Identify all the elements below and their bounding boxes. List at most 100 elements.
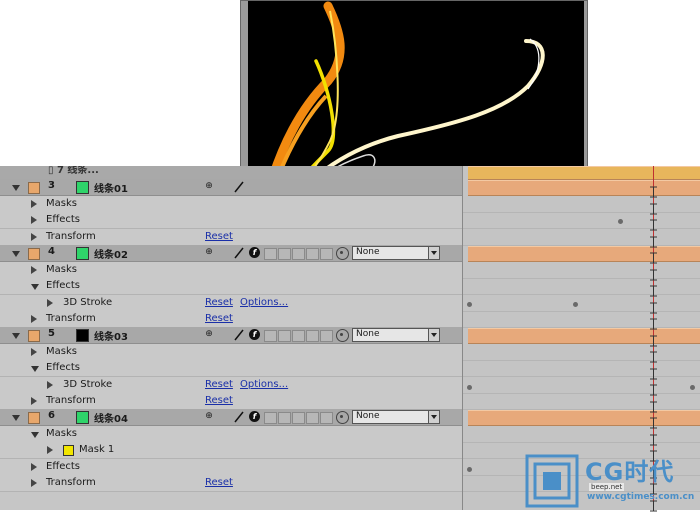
property-row[interactable]: Masks <box>0 195 462 213</box>
layer-row[interactable]: 6 线条04 ⊕ f None <box>0 409 462 426</box>
switch-box[interactable] <box>320 412 333 424</box>
options-link[interactable]: Options... <box>240 297 288 308</box>
property-row[interactable]: Transform Reset <box>0 228 462 246</box>
reset-link[interactable]: Reset <box>205 231 233 242</box>
property-row[interactable]: 3D Stroke Reset Options... <box>0 376 462 394</box>
layer-duration-bar[interactable] <box>468 328 700 344</box>
quality-switch-icon[interactable] <box>234 247 244 259</box>
reset-link[interactable]: Reset <box>205 313 233 324</box>
property-row[interactable]: 3D Stroke Reset Options... <box>0 294 462 312</box>
parent-dropdown[interactable]: None <box>352 328 440 342</box>
layer-name[interactable]: 线条04 <box>94 410 128 425</box>
switch-box[interactable] <box>278 330 291 342</box>
keyframe-marker[interactable] <box>467 302 472 307</box>
parent-dropdown[interactable]: None <box>352 410 440 424</box>
twirl-right-icon[interactable] <box>47 446 53 454</box>
label-color-swatch[interactable] <box>28 412 40 424</box>
property-row[interactable]: Masks <box>0 343 462 361</box>
twirl-right-icon[interactable] <box>31 315 37 323</box>
property-row[interactable]: Transform Reset <box>0 393 462 410</box>
twirl-right-icon[interactable] <box>47 380 53 389</box>
layer-name[interactable]: 线条03 <box>94 328 128 343</box>
label-color-swatch[interactable] <box>28 182 40 194</box>
twirl-right-icon[interactable] <box>31 199 37 208</box>
twirl-right-icon[interactable] <box>31 479 37 487</box>
twirl-right-icon[interactable] <box>47 298 53 307</box>
keyframe-marker[interactable] <box>467 467 472 472</box>
twirl-down-icon[interactable] <box>31 366 39 372</box>
effects-switch-icon[interactable]: f <box>249 411 260 422</box>
twirl-right-icon[interactable] <box>31 462 37 471</box>
property-row[interactable]: Effects <box>0 212 462 229</box>
twirl-right-icon[interactable] <box>31 347 37 356</box>
quality-switch-icon[interactable] <box>234 411 244 423</box>
options-link[interactable]: Options... <box>240 379 288 390</box>
switch-box[interactable] <box>306 330 319 342</box>
keyframe-marker[interactable] <box>690 385 695 390</box>
switch-box[interactable] <box>278 412 291 424</box>
keyframe-marker[interactable] <box>467 385 472 390</box>
shy-switch-icon[interactable]: ⊕ <box>204 182 214 191</box>
twirl-right-icon[interactable] <box>31 216 37 224</box>
keyframe-marker[interactable] <box>573 302 578 307</box>
shy-switch-icon[interactable]: ⊕ <box>204 412 214 421</box>
twirl-down-icon[interactable] <box>12 415 20 421</box>
dropdown-arrow-icon[interactable] <box>428 411 439 423</box>
layer-row[interactable]: 5 线条03 ⊕ f None <box>0 327 462 344</box>
twirl-right-icon[interactable] <box>31 265 37 274</box>
label-color-swatch[interactable] <box>28 330 40 342</box>
layer-row[interactable]: 3 线条01 ⊕ <box>0 179 462 196</box>
property-row[interactable]: Effects <box>0 458 462 476</box>
property-row[interactable]: Mask 1 <box>0 442 462 459</box>
property-row[interactable]: Transform Reset <box>0 475 462 492</box>
reset-link[interactable]: Reset <box>205 395 233 406</box>
property-row[interactable]: Effects <box>0 360 462 377</box>
mask-color-swatch[interactable] <box>63 445 74 456</box>
switch-box[interactable] <box>264 248 277 260</box>
layer-duration-bar[interactable] <box>468 410 700 426</box>
layer-name[interactable]: 线条01 <box>94 180 128 195</box>
effects-switch-icon[interactable]: f <box>249 247 260 258</box>
quality-switch-icon[interactable] <box>234 329 244 341</box>
label-color-swatch[interactable] <box>28 248 40 260</box>
layer-duration-bar[interactable] <box>468 180 700 196</box>
parent-dropdown[interactable]: None <box>352 246 440 260</box>
switch-box[interactable] <box>306 248 319 260</box>
property-row[interactable]: Masks <box>0 261 462 279</box>
shy-switch-icon[interactable]: ⊕ <box>204 330 214 339</box>
effects-switch-icon[interactable]: f <box>249 329 260 340</box>
layer-row[interactable]: 4 线条02 ⊕ f None <box>0 245 462 262</box>
parent-pickwhip-icon[interactable] <box>336 411 349 424</box>
switch-box[interactable] <box>278 248 291 260</box>
switch-box[interactable] <box>292 330 305 342</box>
quality-switch-icon[interactable] <box>234 181 244 193</box>
twirl-down-icon[interactable] <box>31 431 39 438</box>
twirl-right-icon[interactable] <box>31 232 37 241</box>
twirl-right-icon[interactable] <box>31 397 37 405</box>
reset-link[interactable]: Reset <box>205 379 233 390</box>
shy-switch-icon[interactable]: ⊕ <box>204 248 214 257</box>
dropdown-arrow-icon[interactable] <box>428 329 439 341</box>
switch-box[interactable] <box>264 330 277 342</box>
layer-duration-bar[interactable] <box>468 246 700 262</box>
twirl-down-icon[interactable] <box>31 284 39 290</box>
property-row[interactable]: Transform Reset <box>0 311 462 328</box>
parent-pickwhip-icon[interactable] <box>336 247 349 260</box>
reset-link[interactable]: Reset <box>205 297 233 308</box>
property-row[interactable]: Effects <box>0 278 462 295</box>
switch-box[interactable] <box>264 412 277 424</box>
twirl-down-icon[interactable] <box>12 333 20 339</box>
dropdown-arrow-icon[interactable] <box>428 247 439 259</box>
switch-box[interactable] <box>306 412 319 424</box>
reset-link[interactable]: Reset <box>205 477 233 488</box>
keyframe-marker[interactable] <box>618 219 623 224</box>
switch-box[interactable] <box>292 248 305 260</box>
property-row[interactable]: Masks <box>0 425 462 443</box>
switch-box[interactable] <box>320 330 333 342</box>
twirl-down-icon[interactable] <box>12 251 20 257</box>
switch-box[interactable] <box>292 412 305 424</box>
switch-box[interactable] <box>320 248 333 260</box>
parent-pickwhip-icon[interactable] <box>336 329 349 342</box>
twirl-down-icon[interactable] <box>12 185 20 191</box>
work-area-bar[interactable] <box>468 166 700 180</box>
